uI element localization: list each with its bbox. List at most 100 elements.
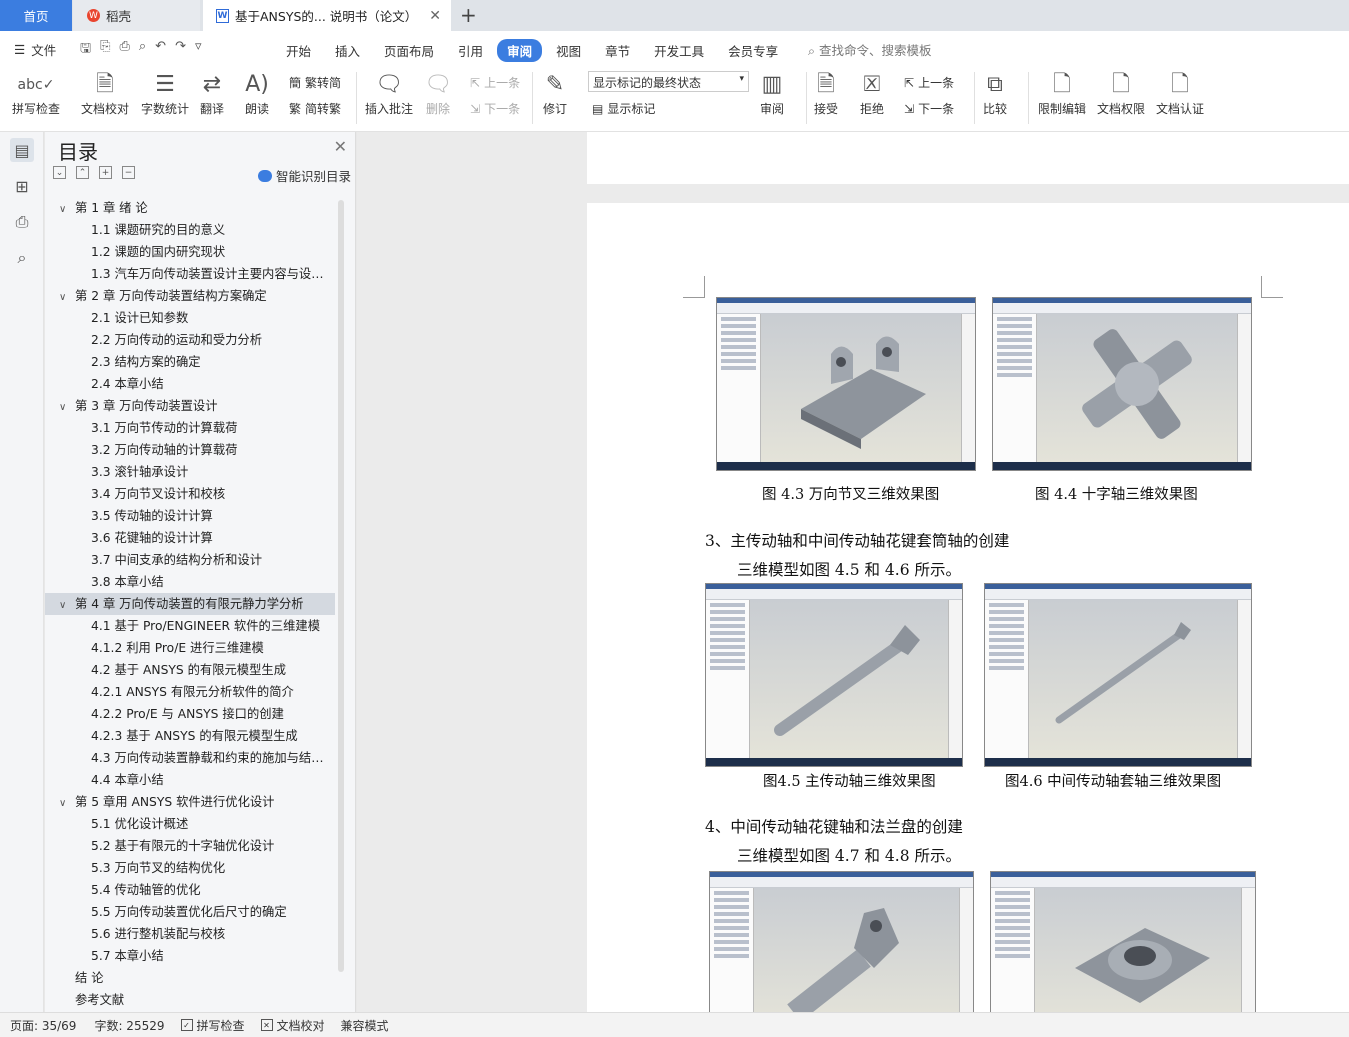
toc-section-item[interactable]: 4.1.2 利用 Pro/E 进行三维建模 — [45, 637, 335, 659]
review-pane-button[interactable]: ▥ 审阅 — [760, 70, 784, 117]
toc-section-item[interactable]: 5.7 本章小结 — [45, 945, 335, 967]
spell-check-button[interactable]: abc✓ 拼写检查 — [12, 70, 60, 117]
menu-view[interactable]: 视图 — [546, 39, 591, 62]
find-icon[interactable]: ⌕ — [10, 246, 34, 270]
compare-button[interactable]: ⧉ 比较 — [983, 70, 1007, 117]
menu-review[interactable]: 审阅 — [497, 39, 543, 62]
toc-section-item[interactable]: 3.4 万向节叉设计和校核 — [45, 483, 335, 505]
toc-chapter-item[interactable]: ∨ 第 5 章用 ANSYS 软件进行优化设计 — [45, 791, 335, 813]
toc-section-item[interactable]: 5.4 传动轴管的优化 — [45, 879, 335, 901]
proofread-toggle[interactable]: ✕ 文档校对 — [260, 1017, 325, 1034]
translate-button[interactable]: ⇄ 翻译 — [200, 70, 224, 117]
doc-auth-button[interactable]: 🗋 文档认证 — [1156, 70, 1204, 117]
word-count-indicator[interactable]: 字数: 25529 — [94, 1017, 164, 1034]
redo-icon[interactable]: ↷ — [175, 39, 186, 61]
tab-home[interactable]: 首页 — [0, 0, 72, 31]
toc-section-item[interactable]: 2.4 本章小结 — [45, 373, 335, 395]
reject-button[interactable]: 🗵 拒绝 — [860, 70, 884, 117]
read-aloud-button[interactable]: A) 朗读 — [245, 70, 269, 117]
restrict-editing-button[interactable]: 🗋 限制编辑 — [1038, 70, 1086, 117]
outline-icon[interactable]: ▤ — [10, 138, 34, 162]
toc-section-item[interactable]: 1.2 课题的国内研究现状 — [45, 241, 335, 263]
toc-chapter-item[interactable]: ∨ 第 3 章 万向传动装置设计 — [45, 395, 335, 417]
menu-insert[interactable]: 插入 — [325, 39, 370, 62]
toc-section-item[interactable]: 4.2.1 ANSYS 有限元分析软件的简介 — [45, 681, 335, 703]
toc-section-item[interactable]: 3.5 传动轴的设计计算 — [45, 505, 335, 527]
chapter-nav-icon[interactable]: ⊞ — [10, 174, 34, 198]
toc-scrollbar[interactable] — [338, 200, 344, 972]
toc-chapter-item[interactable]: ∨ 第 1 章 绪 论 — [45, 197, 335, 219]
close-icon[interactable]: ✕ — [429, 8, 441, 24]
delete-comment-button[interactable]: 🗨 删除 — [424, 70, 452, 117]
toc-chapter-item[interactable]: ∨ 第 2 章 万向传动装置结构方案确定 — [45, 285, 335, 307]
remove-heading-icon[interactable]: − — [122, 166, 135, 179]
accept-button[interactable]: 🗎 接受 — [814, 70, 838, 117]
menu-reference[interactable]: 引用 — [448, 39, 493, 62]
toc-section-item[interactable]: 1.3 汽车万向传动装置设计主要内容与设计方法 — [45, 263, 335, 285]
chevron-down-icon[interactable]: ∨ — [59, 287, 75, 307]
next-change-button[interactable]: ⇲ 下一条 — [904, 100, 954, 117]
toc-chapter-item[interactable]: ∨ 第 4 章 万向传动装置的有限元静力学分析 — [45, 593, 335, 615]
toc-section-item[interactable]: 5.2 基于有限元的十字轴优化设计 — [45, 835, 335, 857]
track-changes-button[interactable]: ✎ 修订 — [543, 70, 567, 117]
page-indicator[interactable]: 页面: 35/69 — [10, 1017, 76, 1034]
chevron-down-icon[interactable]: ∨ — [59, 793, 75, 813]
menu-layout[interactable]: 页面布局 — [374, 39, 444, 62]
toc-section-item[interactable]: 3.7 中间支承的结构分析和设计 — [45, 549, 335, 571]
new-tab-button[interactable]: + — [460, 3, 477, 27]
toc-section-item[interactable]: 3.2 万向传动轴的计算载荷 — [45, 439, 335, 461]
toc-section-item[interactable]: 2.3 结构方案的确定 — [45, 351, 335, 373]
print-preview-icon[interactable]: ⌕ — [139, 39, 146, 61]
file-menu[interactable]: ☰ 文件 — [14, 40, 56, 59]
proofread-button[interactable]: 🗎 文档校对 — [81, 70, 129, 117]
command-search[interactable]: ⌕ 查找命令、搜索模板 — [808, 40, 932, 59]
doc-permission-button[interactable]: 🗋 文档权限 — [1097, 70, 1145, 117]
print-icon[interactable]: ⎙ — [119, 39, 129, 61]
undo-icon[interactable]: ↶ — [155, 39, 166, 61]
bookmark-icon[interactable]: ⎙ — [10, 210, 34, 234]
toc-section-item[interactable]: 3.3 滚针轴承设计 — [45, 461, 335, 483]
expand-all-icon[interactable]: ⌄ — [53, 166, 66, 179]
toc-section-item[interactable]: 5.3 万向节叉的结构优化 — [45, 857, 335, 879]
save-icon[interactable]: 🖫 — [80, 39, 91, 61]
next-comment-button[interactable]: ⇲ 下一条 — [470, 100, 520, 117]
add-heading-icon[interactable]: + — [99, 166, 112, 179]
toc-section-item[interactable]: 4.2.3 基于 ANSYS 的有限元模型生成 — [45, 725, 335, 747]
markup-state-select[interactable]: 显示标记的最终状态 ▾ — [588, 71, 749, 92]
toc-section-item[interactable]: 4.4 本章小结 — [45, 769, 335, 791]
menu-devtools[interactable]: 开发工具 — [644, 39, 714, 62]
smart-toc-button[interactable]: 智能识别目录 — [257, 166, 351, 185]
chevron-down-icon[interactable]: ∨ — [59, 199, 75, 219]
prev-comment-button[interactable]: ⇱ 上一条 — [470, 74, 520, 91]
word-count-button[interactable]: ☰ 字数统计 — [141, 70, 189, 117]
toc-section-item[interactable]: 3.6 花键轴的设计计算 — [45, 527, 335, 549]
toc-section-item[interactable]: 2.1 设计已知参数 — [45, 307, 335, 329]
toc-section-item[interactable]: 4.2.2 Pro/E 与 ANSYS 接口的创建 — [45, 703, 335, 725]
tab-document[interactable]: W 基于ANSYS的... 说明书（论文） ✕ — [203, 0, 451, 31]
close-icon[interactable]: ✕ — [334, 137, 347, 156]
menu-start[interactable]: 开始 — [276, 39, 321, 62]
chevron-down-icon[interactable]: ∨ — [59, 595, 75, 615]
toc-section-item[interactable]: 4.3 万向传动装置静载和约束的施加与结果分析 — [45, 747, 335, 769]
customize-icon[interactable]: ▿ — [195, 39, 202, 61]
simp-to-trad-button[interactable]: 繁简转繁 — [289, 100, 341, 117]
toc-section-item[interactable]: 5.6 进行整机装配与校核 — [45, 923, 335, 945]
insert-comment-button[interactable]: 🗨 插入批注 — [365, 70, 413, 117]
menu-section[interactable]: 章节 — [595, 39, 640, 62]
collapse-all-icon[interactable]: ⌃ — [76, 166, 89, 179]
toc-section-item[interactable]: 3.1 万向节传动的计算载荷 — [45, 417, 335, 439]
tab-docer[interactable]: W 稻壳 — [73, 0, 200, 31]
prev-change-button[interactable]: ⇱ 上一条 — [904, 74, 954, 91]
format-painter-icon[interactable]: ⎘ — [100, 39, 110, 61]
trad-to-simp-button[interactable]: 簡繁转简 — [289, 74, 341, 91]
chevron-down-icon[interactable]: ∨ — [59, 397, 75, 417]
spell-check-toggle[interactable]: ✓ 拼写检查 — [180, 1017, 245, 1034]
toc-section-item[interactable]: 参考文献 — [45, 989, 335, 1011]
menu-member[interactable]: 会员专享 — [718, 39, 788, 62]
show-markup-button[interactable]: ▤ 显示标记 — [592, 100, 655, 117]
toc-section-item[interactable]: 5.5 万向传动装置优化后尺寸的确定 — [45, 901, 335, 923]
toc-section-item[interactable]: 4.1 基于 Pro/ENGINEER 软件的三维建模 — [45, 615, 335, 637]
toc-section-item[interactable]: 3.8 本章小结 — [45, 571, 335, 593]
toc-section-item[interactable]: 结 论 — [45, 967, 335, 989]
toc-section-item[interactable]: 5.1 优化设计概述 — [45, 813, 335, 835]
